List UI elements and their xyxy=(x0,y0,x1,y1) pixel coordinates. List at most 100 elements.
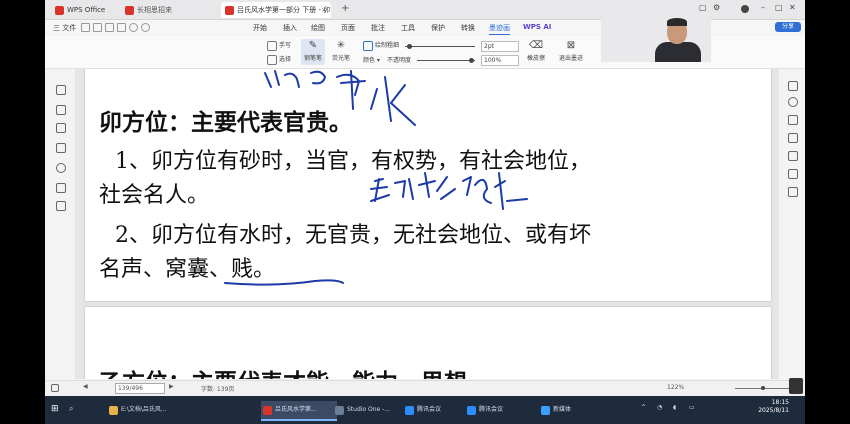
eraser-icon: ⌫ xyxy=(528,40,544,51)
close-tab-icon[interactable]: × xyxy=(321,2,327,18)
folder-icon xyxy=(109,406,118,415)
image-icon[interactable] xyxy=(56,123,66,133)
file-menu[interactable]: 三 文件 xyxy=(53,23,76,33)
pen-tool-button[interactable]: ✎ 钢笔笔 xyxy=(301,39,325,65)
document-canvas[interactable]: 卯方位：主要代表官贵。 1、卯方位有砂时，当官，有权势，有社会地位， 社会名人。… xyxy=(75,69,779,379)
taskbar-item-wps[interactable]: 吕氏风水学第... xyxy=(261,401,337,421)
tab-current-doc[interactable]: 吕氏风水学第一部分 下册 - 卯 × xyxy=(221,2,331,18)
save-icon[interactable] xyxy=(81,23,90,32)
menu-tab-insert[interactable]: 插入 xyxy=(283,23,297,33)
menu-tab-tools[interactable]: 工具 xyxy=(401,23,415,33)
collapse-icon[interactable] xyxy=(788,81,798,91)
media-icon xyxy=(541,406,550,415)
redo-icon[interactable] xyxy=(141,23,150,32)
left-sidebar xyxy=(45,69,75,379)
system-clock[interactable]: 18:15 2025/8/11 xyxy=(758,399,789,415)
page-number-input[interactable]: 139/496 xyxy=(115,383,165,394)
zoom-level[interactable]: 122% xyxy=(667,384,684,391)
thickness-slider[interactable] xyxy=(405,44,475,49)
eraser-button[interactable]: ⌫ 橡皮擦 xyxy=(523,39,549,65)
close-icon[interactable]: ✕ xyxy=(789,3,796,12)
thickness-slider-knob[interactable] xyxy=(407,44,412,49)
presenter-hair xyxy=(667,18,687,26)
pen-icon: ✎ xyxy=(308,40,318,51)
exit-ink-button[interactable]: ⊠ 退出墨迹 xyxy=(557,39,585,65)
history-icon[interactable] xyxy=(788,169,798,179)
tab-wps-office[interactable]: WPS Office xyxy=(51,2,113,18)
volume-icon[interactable]: ◖ xyxy=(673,404,676,411)
minimize-icon[interactable]: – xyxy=(761,3,765,12)
restore-icon[interactable]: ▢ xyxy=(699,3,707,12)
layers-icon[interactable] xyxy=(56,201,66,211)
menu-tab-page[interactable]: 页面 xyxy=(341,23,355,33)
outline-icon[interactable] xyxy=(56,85,66,95)
page-nav-icon[interactable] xyxy=(51,384,59,392)
tray-expand-icon[interactable]: ^ xyxy=(641,404,646,411)
select-tool[interactable]: 选择 xyxy=(267,54,291,65)
opacity-slider-knob[interactable] xyxy=(469,58,474,63)
next-page-icon[interactable]: ▶ xyxy=(169,383,174,390)
zoom-icon[interactable] xyxy=(788,97,798,107)
presenter-thumbnail xyxy=(789,378,803,394)
new-tab-button[interactable]: + xyxy=(341,1,349,17)
preview-icon[interactable] xyxy=(117,23,126,32)
wps-logo-icon xyxy=(55,5,64,15)
highlighter-tool-button[interactable]: ✳ 荧光笔 xyxy=(329,39,353,65)
windows-start-icon[interactable]: ⊞ xyxy=(51,404,59,414)
undo-icon[interactable] xyxy=(129,23,138,32)
menu-tab-review[interactable]: 批注 xyxy=(371,23,385,33)
menu-tab-ink[interactable]: 墨迹画 xyxy=(489,23,510,35)
word-count[interactable]: 字数: 139页 xyxy=(201,384,234,393)
zoom-slider-knob[interactable] xyxy=(761,386,765,390)
bookmark-icon[interactable] xyxy=(56,105,66,115)
taskbar-item-explorer[interactable]: E:\文档\吕氏风... xyxy=(107,401,191,419)
meeting-icon xyxy=(405,406,414,415)
share-doc-icon[interactable] xyxy=(788,151,798,161)
webcam-overlay xyxy=(601,14,711,62)
tag-icon[interactable] xyxy=(56,163,66,173)
color-picker[interactable]: 颜色 ▾ xyxy=(363,55,380,64)
edit-icon[interactable] xyxy=(56,183,66,193)
menu-tab-home[interactable]: 开始 xyxy=(253,23,267,33)
page: 乙方位：主要代表才能、能力、思想。 xyxy=(85,307,771,379)
style-icon[interactable] xyxy=(788,133,798,143)
network-icon[interactable]: ◔ xyxy=(657,404,662,411)
taskbar-item-meeting[interactable]: 腾讯会议 xyxy=(403,401,471,419)
zoom-slider[interactable] xyxy=(735,386,791,390)
thickness-select[interactable]: 2pt xyxy=(481,41,519,52)
handwrite-tool[interactable]: 手写 xyxy=(267,40,291,51)
battery-icon[interactable]: ▭ xyxy=(689,404,695,411)
share-button[interactable]: 分享 xyxy=(775,22,801,32)
toolbox-icon[interactable] xyxy=(788,187,798,197)
search-icon[interactable]: ⌕ xyxy=(69,404,73,414)
taskbar-item-meeting-2[interactable]: 腾讯会议 xyxy=(465,401,533,419)
maximize-icon[interactable]: □ xyxy=(775,3,783,12)
tab-home-doc[interactable]: 长相思招来 xyxy=(121,2,207,18)
screen: WPS Office 长相思招来 吕氏风水学第一部分 下册 - 卯 × + ▢ ⚙… xyxy=(45,0,805,424)
taskbar-item-media[interactable]: 新媒体 xyxy=(539,401,605,419)
heading-yi: 乙方位：主要代表才能、能力、思想。 xyxy=(99,363,490,379)
highlighter-icon: ✳ xyxy=(336,40,346,51)
opacity-select[interactable]: 100% xyxy=(481,55,519,66)
properties-icon[interactable] xyxy=(788,115,798,125)
open-icon[interactable] xyxy=(93,23,102,32)
taskbar-item-studio-one[interactable]: Studio One -... xyxy=(333,401,409,419)
document-icon xyxy=(225,5,234,15)
comment-icon[interactable] xyxy=(56,143,66,153)
presenter-body xyxy=(655,42,701,62)
opacity-slider[interactable] xyxy=(417,58,475,63)
document-icon xyxy=(125,5,134,15)
status-bar: ◀ 139/496 ▶ 字数: 139页 122% xyxy=(45,380,805,396)
opacity-label: 不透明度 xyxy=(387,57,412,64)
paragraph: 名声、窝囊、贱。 xyxy=(99,257,276,282)
paragraph: 社会名人。 xyxy=(99,183,210,208)
print-icon[interactable] xyxy=(105,23,114,32)
avatar[interactable] xyxy=(741,5,749,13)
wps-logo-icon xyxy=(263,406,272,415)
prev-page-icon[interactable]: ◀ xyxy=(83,383,88,390)
menu-tab-draw[interactable]: 绘图 xyxy=(311,23,325,33)
wps-ai-button[interactable]: WPS AI xyxy=(523,23,551,31)
settings-icon[interactable]: ⚙ xyxy=(713,3,720,12)
menu-tab-protect[interactable]: 保护 xyxy=(431,23,445,33)
menu-tab-convert[interactable]: 转换 xyxy=(461,23,475,33)
